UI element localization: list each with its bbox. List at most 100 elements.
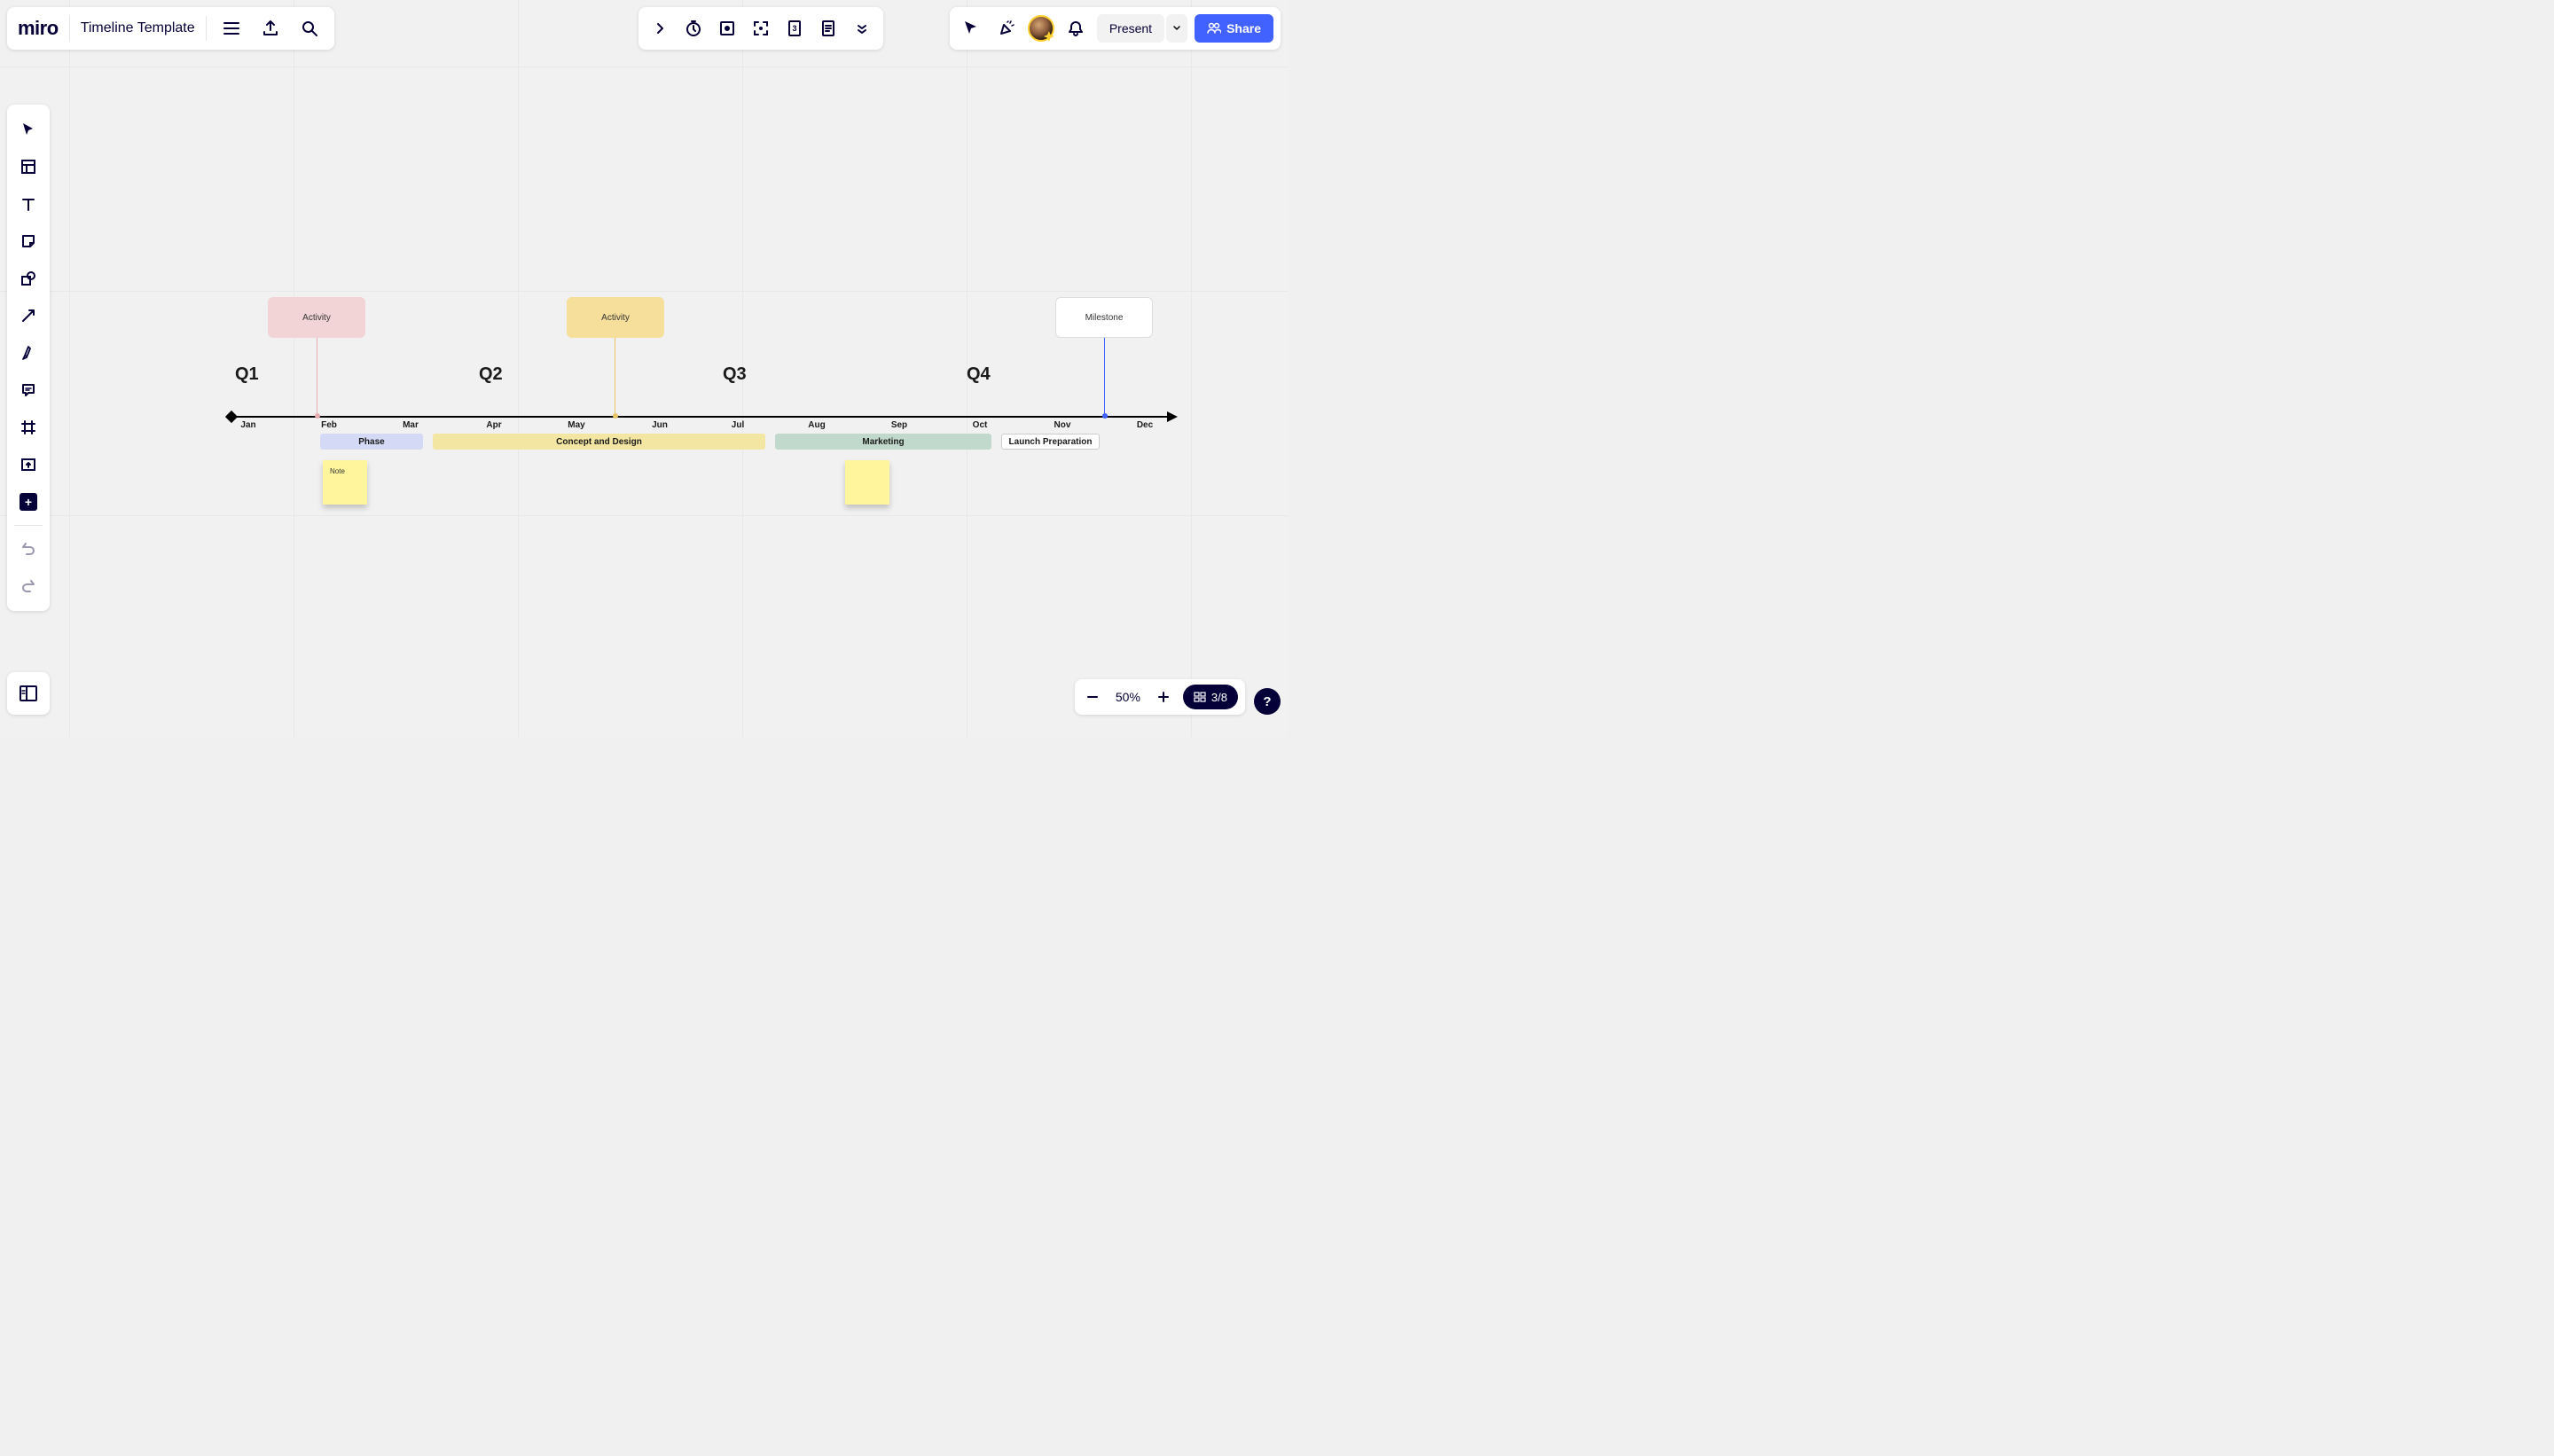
month-label[interactable]: Jun [652, 420, 668, 430]
chevron-down-double-icon [856, 22, 868, 35]
hamburger-icon [223, 20, 240, 37]
top-right-panel: Present Share [950, 7, 1281, 50]
undo-icon [20, 541, 36, 557]
sticky-note[interactable] [845, 460, 889, 505]
card-icon: 3 [786, 20, 803, 37]
upload-frame-icon [20, 457, 36, 473]
connector-dot [1102, 413, 1108, 419]
plus-icon: + [20, 493, 37, 511]
month-label[interactable]: Aug [808, 420, 825, 430]
hide-cursors-button[interactable] [957, 14, 985, 43]
arrow-icon [20, 308, 36, 324]
page-counter: 3/8 [1211, 691, 1227, 704]
voting-button[interactable] [713, 14, 741, 43]
phase-bar[interactable]: Concept and Design [433, 434, 765, 450]
redo-button[interactable] [12, 568, 44, 604]
month-label[interactable]: Jan [240, 420, 255, 430]
activity-card[interactable]: Activity [268, 297, 365, 338]
pen-icon [20, 345, 36, 361]
export-icon [262, 20, 279, 37]
quarter-label[interactable]: Q3 [723, 364, 747, 385]
zoom-out-button[interactable] [1082, 683, 1103, 711]
upload-tool[interactable] [12, 447, 44, 482]
minus-icon [1086, 691, 1099, 703]
timer-icon [685, 20, 702, 37]
attention-button[interactable] [747, 14, 775, 43]
map-icon [1194, 691, 1206, 703]
panel-icon [19, 684, 38, 703]
notes-icon [819, 20, 837, 37]
page-indicator-pill[interactable]: 3/8 [1183, 685, 1238, 709]
estimation-button[interactable]: 3 [780, 14, 809, 43]
text-icon [20, 196, 36, 212]
phase-bar[interactable]: Marketing [775, 434, 991, 450]
app-logo[interactable]: miro [18, 17, 59, 40]
zoom-in-button[interactable] [1153, 683, 1174, 711]
pen-tool[interactable] [12, 335, 44, 371]
month-label[interactable]: Apr [486, 420, 501, 430]
shapes-tool[interactable] [12, 261, 44, 296]
sticky-note[interactable]: Note [323, 460, 367, 505]
timer-button[interactable] [679, 14, 708, 43]
notifications-button[interactable] [1062, 14, 1090, 43]
search-button[interactable] [295, 14, 324, 43]
redo-icon [20, 578, 36, 594]
people-icon [1207, 21, 1221, 35]
canvas-background[interactable] [0, 0, 1288, 737]
phase-bar[interactable]: Phase [320, 434, 423, 450]
month-label[interactable]: Sep [891, 420, 907, 430]
zoom-level[interactable]: 50% [1112, 690, 1144, 704]
month-label[interactable]: Jul [732, 420, 744, 430]
activity-card[interactable]: Milestone [1055, 297, 1153, 338]
quarter-label[interactable]: Q2 [479, 364, 503, 385]
quarter-label[interactable]: Q1 [235, 364, 259, 385]
undo-button[interactable] [12, 531, 44, 567]
notes-button[interactable] [814, 14, 842, 43]
panel-collapse-button[interactable] [646, 14, 674, 43]
sticky-tool[interactable] [12, 223, 44, 259]
month-label[interactable]: Oct [973, 420, 988, 430]
month-label[interactable]: Nov [1054, 420, 1071, 430]
timeline-axis[interactable] [231, 416, 1171, 418]
connector-tool[interactable] [12, 298, 44, 333]
top-center-panel: 3 [638, 7, 883, 50]
bell-icon [1067, 20, 1085, 37]
reactions-button[interactable] [992, 14, 1021, 43]
month-label[interactable]: Mar [403, 420, 419, 430]
frame-icon [20, 419, 36, 435]
main-menu-button[interactable] [217, 14, 246, 43]
select-tool[interactable] [12, 112, 44, 147]
cursor-icon [962, 20, 980, 37]
plus-icon [1157, 691, 1170, 703]
text-tool[interactable] [12, 186, 44, 222]
present-button[interactable]: Present [1097, 14, 1164, 43]
activity-connector[interactable] [1104, 338, 1105, 416]
share-label: Share [1226, 21, 1261, 35]
more-apps-button[interactable] [848, 14, 876, 43]
help-button[interactable]: ? [1254, 688, 1281, 715]
frames-panel-button[interactable] [7, 672, 50, 715]
share-button[interactable]: Share [1195, 14, 1273, 43]
template-icon [20, 159, 36, 175]
left-toolbar: + [7, 105, 50, 611]
activity-card[interactable]: Activity [567, 297, 664, 338]
timeline-canvas-content[interactable]: Q1Q2Q3Q4 JanFebMarAprMayJunJulAugSepOctN… [226, 297, 1179, 344]
export-button[interactable] [256, 14, 285, 43]
present-dropdown[interactable] [1166, 14, 1187, 43]
divider [69, 16, 70, 41]
month-label[interactable]: May [568, 420, 584, 430]
month-label[interactable]: Feb [321, 420, 337, 430]
chevron-right-icon [654, 22, 666, 35]
board-title[interactable]: Timeline Template [81, 20, 195, 36]
party-icon [998, 20, 1015, 37]
voting-icon [718, 20, 736, 37]
zoom-controls: 50% 3/8 [1075, 679, 1245, 715]
quarter-label[interactable]: Q4 [967, 364, 991, 385]
comment-tool[interactable] [12, 372, 44, 408]
month-label[interactable]: Dec [1137, 420, 1153, 430]
frame-tool[interactable] [12, 410, 44, 445]
more-tools-button[interactable]: + [12, 484, 44, 520]
phase-bar[interactable]: Launch Preparation [1001, 434, 1100, 450]
user-avatar[interactable] [1028, 15, 1054, 42]
templates-tool[interactable] [12, 149, 44, 184]
